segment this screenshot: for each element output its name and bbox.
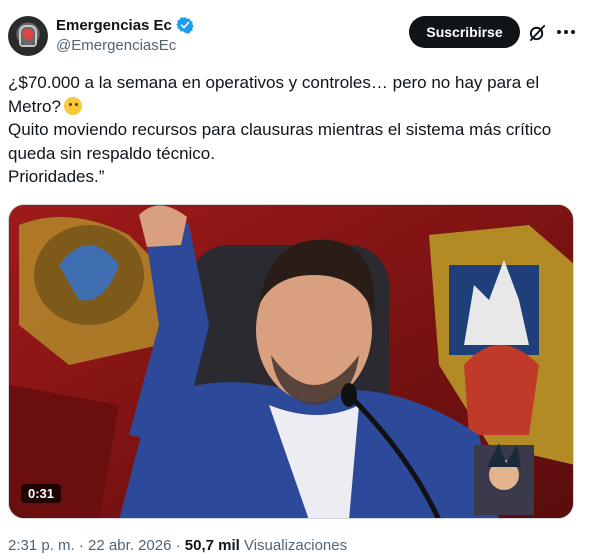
video-duration: 0:31 (21, 484, 62, 503)
avatar[interactable] (8, 16, 48, 56)
tweet-line: Metro? (8, 96, 61, 116)
author-handle[interactable]: @EmergenciasEc (56, 37, 176, 54)
grok-icon[interactable] (528, 23, 547, 47)
verified-badge-icon (176, 16, 194, 34)
author-display-name[interactable]: Emergencias Ec (56, 17, 172, 34)
views-label: Visualizaciones (239, 537, 348, 554)
tweet-line: queda sin respaldo técnico. (8, 143, 215, 163)
more-options-icon[interactable] (557, 30, 575, 34)
views-count: 50,7 mil (184, 537, 240, 554)
tweet-line: Prioridades.” (8, 167, 105, 186)
tweet-line: Quito moviendo recursos para clausuras m… (8, 120, 552, 139)
tweet-line: ¿$70.000 a la semana en operativos y con… (8, 73, 540, 92)
tweet-text: ¿$70.000 a la semana en operativos y con… (8, 71, 578, 189)
video-frame (9, 205, 573, 518)
video-player[interactable]: 0:31 (8, 204, 574, 519)
raised-eyebrow-emoji-icon (63, 96, 82, 115)
author-name-row[interactable]: Emergencias Ec (56, 16, 194, 34)
timestamp[interactable]: 2:31 p. m. · 22 abr. 2026 · (8, 537, 185, 554)
subscribe-button[interactable]: Suscribirse (409, 16, 520, 48)
tweet-line-with-emoji: Metro? (8, 95, 578, 119)
tweet-metadata: 2:31 p. m. · 22 abr. 2026 · 50,7 mil Vis… (8, 537, 347, 554)
